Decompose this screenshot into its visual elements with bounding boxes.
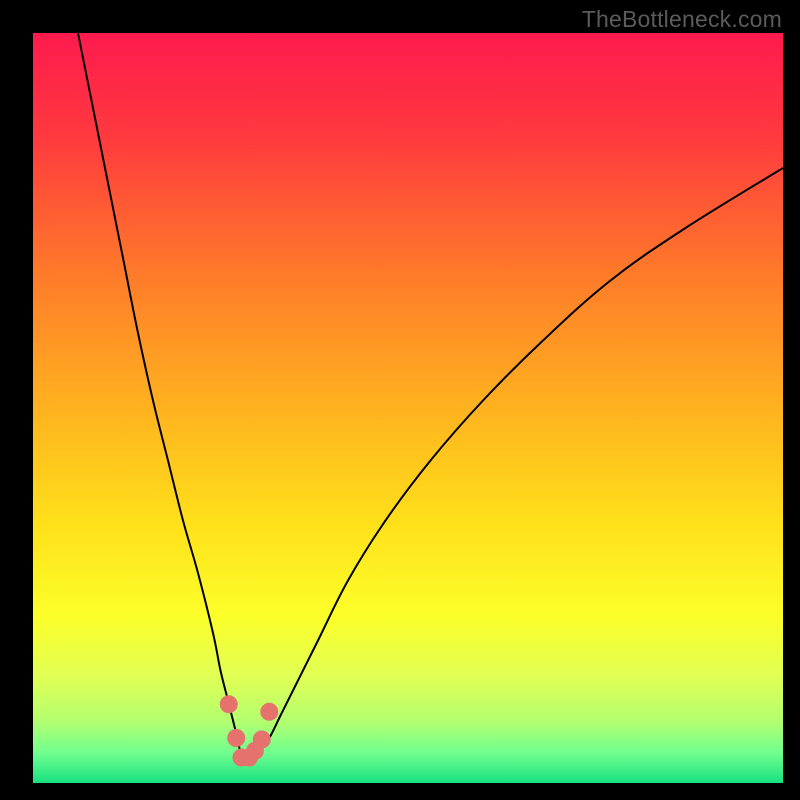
plot-area xyxy=(33,33,783,783)
highlight-dot xyxy=(253,731,271,749)
chart-frame: TheBottleneck.com xyxy=(0,0,800,800)
highlight-dot xyxy=(260,703,278,721)
highlight-dot xyxy=(227,729,245,747)
watermark-text: TheBottleneck.com xyxy=(582,6,782,33)
chart-svg xyxy=(33,33,783,783)
highlight-dot xyxy=(220,695,238,713)
gradient-background xyxy=(33,33,783,783)
